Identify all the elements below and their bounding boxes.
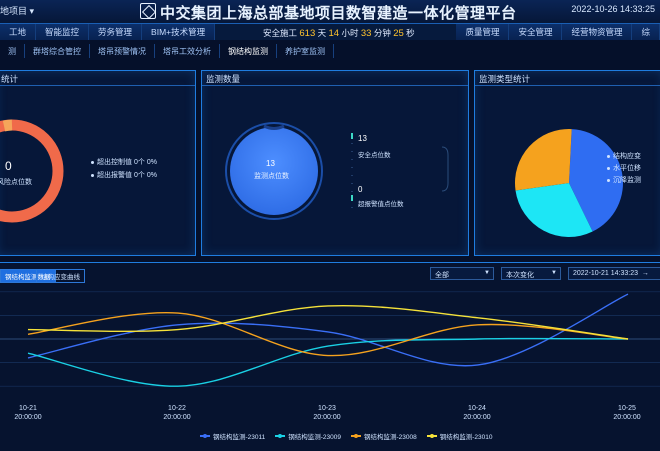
legend-item[interactable]: 钢结构监测-23008	[351, 431, 417, 441]
type-legend-item: 结构应变	[607, 151, 641, 163]
project-select[interactable]: 地项目 ▾	[0, 4, 34, 17]
type-legend: 结构应变 水平位移 沉降监测	[607, 151, 641, 187]
safety-prefix: 安全施工	[263, 28, 298, 38]
page-title: 中交集团上海总部基地项目数智建造一体化管理平台	[160, 5, 517, 22]
panel-title: 统计	[1, 74, 19, 84]
nav-item-monitoring[interactable]: 智能监控	[36, 24, 90, 40]
risk-count: 0	[5, 159, 12, 173]
sub-tabs: 测 群塔综合管控 塔吊预警情况 塔吊工效分析 钢结构监测 养护室监测	[0, 44, 334, 58]
safety-seconds-unit: 秒	[406, 28, 415, 38]
risk-stats-panel: 统计 0 风险点位数 超出控制值 0个 0% 超出报警值 0个 0%	[0, 70, 196, 256]
tab-steel-monitoring[interactable]: 钢结构监测	[220, 44, 277, 58]
safety-minutes: 33	[360, 28, 372, 39]
legend-item[interactable]: 钢结构监测-23010	[426, 431, 493, 441]
type-legend-item: 沉降监测	[607, 175, 641, 187]
monitor-point-label: 监测点位数	[254, 173, 289, 180]
safety-days-unit: 天	[317, 28, 327, 38]
series-line[interactable]	[27, 304, 629, 340]
over-control-item: 超出控制值 0个 0%	[91, 157, 157, 167]
chart-legend: 钢结构监测-23011 钢结构监测-23009 钢结构监测-23008 钢结构监…	[200, 431, 493, 441]
x-tick-label: 10-24 20:00:00	[463, 405, 491, 421]
safety-hours: 14	[328, 28, 340, 39]
safe-point-label: 安全点位数	[358, 152, 391, 159]
tab-monitor[interactable]: 测	[0, 44, 25, 58]
safety-minutes-unit: 分钟	[373, 28, 391, 38]
type-legend-item: 水平位移	[607, 163, 641, 175]
safety-seconds: 25	[393, 28, 404, 39]
nav-item-safety[interactable]: 安全管理	[509, 24, 563, 40]
x-tick-label: 10-25 20:00:00	[613, 405, 641, 421]
safety-hours-unit: 小时	[341, 28, 359, 38]
nav-item-more[interactable]: 综	[632, 24, 660, 40]
monitor-count-graphic	[225, 122, 449, 220]
nav-item-materials[interactable]: 经营物资管理	[562, 24, 633, 40]
nav-item-bim[interactable]: BIM+技术管理	[142, 24, 216, 40]
datetime: 2022-10-26 14:33:25	[571, 4, 655, 14]
alarm-point-count: 0	[358, 185, 363, 194]
safe-point-count: 13	[358, 134, 367, 143]
monitor-count-panel: 监测数量 13 监测点位数 13 安全点位数 0 超报警值点位数	[201, 70, 469, 256]
app-header: 地项目 ▾ 中交集团上海总部基地项目数智建造一体化管理平台 2022-10-26…	[0, 0, 660, 24]
nav-item-quality[interactable]: 质量管理	[456, 24, 510, 40]
monitor-point-count: 13	[266, 159, 275, 168]
legend-item[interactable]: 钢结构监测-23011	[200, 431, 265, 441]
x-tick-label: 10-22 20:00:00	[163, 405, 191, 421]
legend-item[interactable]: 钢结构监测-23009	[275, 431, 341, 441]
tab-tower-efficiency[interactable]: 塔吊工效分析	[155, 44, 220, 58]
panel-title: 监测数量	[206, 74, 241, 84]
x-tick-label: 10-23 20:00:00	[313, 405, 341, 421]
safety-days: 613	[299, 28, 316, 39]
x-tick-label: 10-21 20:00:00	[14, 405, 42, 421]
nav-item-labor[interactable]: 劳务管理	[89, 24, 143, 40]
panel-title: 监测类型统计	[479, 74, 531, 84]
alarm-point-label: 超报警值点位数	[358, 201, 404, 208]
tab-curing-room[interactable]: 养护室监测	[277, 44, 334, 58]
main-nav: 工地 智能监控 劳务管理 BIM+技术管理 安全施工 613 天 14 小时 3…	[0, 24, 660, 40]
nav-item-site[interactable]: 工地	[0, 24, 37, 40]
pie-slice[interactable]	[515, 129, 572, 191]
monitor-type-panel: 监测类型统计 结构应变 水平位移 沉降监测	[474, 70, 660, 256]
company-logo-icon	[140, 3, 156, 19]
risk-count-label: 风险点位数	[0, 179, 32, 186]
over-alarm-item: 超出报警值 0个 0%	[91, 170, 157, 180]
series-line[interactable]	[27, 311, 629, 357]
safety-counter: 安全施工 613 天 14 小时 33 分钟 25 秒	[263, 27, 415, 39]
trend-line-chart	[0, 291, 660, 387]
tab-tower-control[interactable]: 群塔综合管控	[25, 44, 90, 58]
risk-ring-accent	[2, 119, 13, 132]
tab-tower-warning[interactable]: 塔吊预警情况	[90, 44, 155, 58]
